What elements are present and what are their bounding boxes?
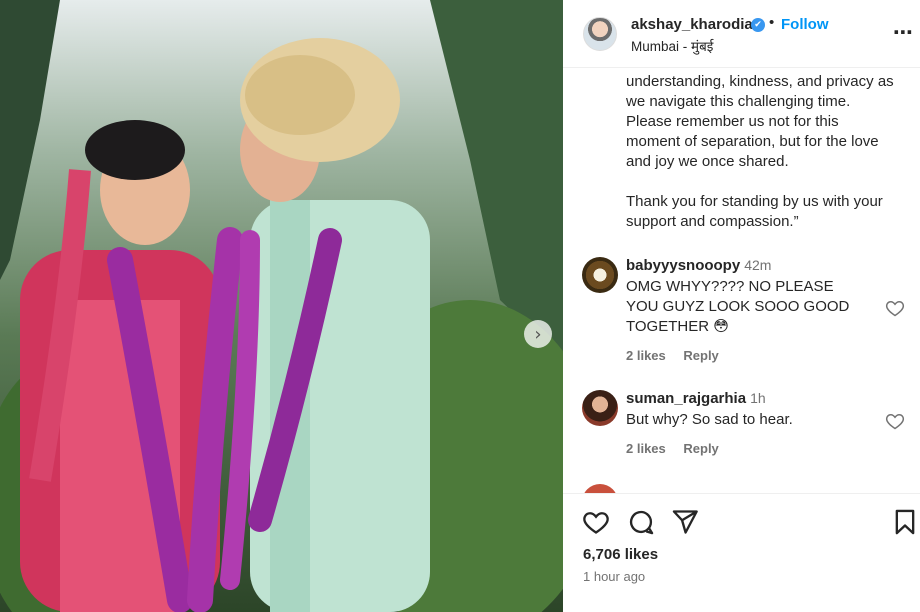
next-photo-button[interactable]: ›	[524, 320, 552, 348]
commenter-username[interactable]: suman_rajgarhia 1h	[626, 390, 766, 407]
chevron-right-icon: ›	[534, 323, 542, 345]
likes-count[interactable]: 6,706 likes	[583, 546, 658, 563]
caption-line: moment of separation, but for the love	[626, 133, 879, 150]
separator-dot: •	[769, 14, 775, 31]
post-actions: 6,706 likes 1 hour ago	[563, 493, 920, 612]
commenter-avatar[interactable]	[582, 390, 618, 426]
follow-button[interactable]: Follow	[781, 16, 829, 33]
share-icon[interactable]	[671, 508, 699, 536]
more-icon[interactable]: ⋯	[893, 20, 913, 44]
post-side-panel: akshay_kharodia ✔ • Follow Mumbai - मुंब…	[563, 0, 920, 612]
bookmark-icon[interactable]	[891, 508, 919, 536]
comment-time: 42m	[744, 257, 772, 273]
post-photo[interactable]: ›	[0, 0, 563, 612]
comment-time: 1h	[750, 390, 766, 406]
post-header: akshay_kharodia ✔ • Follow Mumbai - मुंब…	[563, 0, 920, 68]
comment-likes[interactable]: 2 likes	[626, 348, 666, 363]
comment-text: But why? So sad to hear.	[626, 411, 793, 428]
author-avatar[interactable]	[583, 17, 617, 51]
commenter-username[interactable]: babyyysnooopy 42m	[626, 257, 771, 274]
comment-text: OMG WHYY???? NO PLEASE YOU GUYZ LOOK SOO…	[626, 278, 850, 335]
commenter-avatar[interactable]	[582, 484, 618, 493]
wedding-photo-illustration	[0, 0, 563, 612]
reply-button[interactable]: Reply	[683, 348, 718, 363]
caption-line: we navigate this challenging time.	[626, 93, 851, 110]
caption-line: understanding, kindness, and privacy as	[626, 73, 894, 90]
comments-scroll-area[interactable]: understanding, kindness, and privacy as …	[563, 68, 920, 493]
posted-time[interactable]: 1 hour ago	[583, 569, 645, 584]
caption-line: support and compassion.”	[626, 213, 799, 230]
reply-button[interactable]: Reply	[683, 441, 718, 456]
caption-line: Thank you for standing by us with your	[626, 193, 883, 210]
comment-likes[interactable]: 2 likes	[626, 441, 666, 456]
commenter-username-text[interactable]: suman_rajgarhia	[626, 390, 746, 407]
commenter-username-text[interactable]: babyyysnooopy	[626, 257, 740, 274]
comment-meta: 2 likes Reply	[626, 441, 733, 456]
post-caption: understanding, kindness, and privacy as …	[626, 72, 916, 232]
author-username[interactable]: akshay_kharodia	[631, 16, 753, 33]
commenter-avatar[interactable]	[582, 257, 618, 293]
heart-icon[interactable]	[582, 508, 610, 536]
comment-meta: 2 likes Reply	[626, 348, 733, 363]
post-location[interactable]: Mumbai - मुंबई	[631, 37, 713, 55]
comment-icon[interactable]	[627, 508, 655, 536]
verified-icon: ✔	[751, 18, 765, 32]
comment-heart-icon[interactable]	[885, 298, 905, 318]
caption-line: Please remember us not for this	[626, 113, 839, 130]
caption-line: and joy we once shared.	[626, 153, 789, 170]
comment-heart-icon[interactable]	[885, 411, 905, 431]
